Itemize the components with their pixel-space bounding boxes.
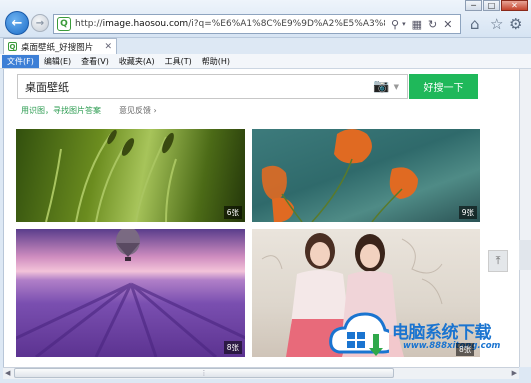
compat-view-icon[interactable]: ▦ [412,18,422,31]
maximize-button[interactable]: □ [483,0,500,11]
result-image-grass[interactable]: 6张 [16,129,245,222]
chevron-down-icon[interactable]: ▼ [394,83,399,91]
menu-favorites[interactable]: 收藏夹(A) [114,55,160,68]
scroll-right-icon[interactable]: ▶ [512,369,517,377]
watermark-logo [329,312,397,360]
feedback-link[interactable]: 意见反馈 › [119,105,157,116]
image-count-badge: 9张 [458,206,477,219]
stop-icon[interactable]: ✕ [443,18,452,31]
back-button[interactable]: ← [5,11,29,35]
window-controls: ─ □ ✕ [465,0,528,11]
menu-file[interactable]: 文件(F) [2,54,39,68]
close-button[interactable]: ✕ [501,0,528,11]
favorites-star-icon[interactable]: ☆ [490,15,503,33]
search-button[interactable]: 好搜一下 [409,74,478,99]
image-recognition-link[interactable]: 用识图，寻找图片答案 [21,105,101,116]
vertical-scroll-thumb[interactable] [519,240,531,270]
result-image-lavender[interactable]: 8张 [16,229,245,357]
poppy-flowers-image [261,129,418,222]
tab-title: 桌面壁纸_好搜图片 [21,42,94,53]
watermark-url: www.888xitong.com [403,341,501,351]
menu-view[interactable]: 查看(V) [76,55,114,68]
refresh-icon[interactable]: ↻ [428,18,437,31]
tab-favicon-icon: Q [8,42,17,51]
search-icon[interactable]: ⚲ [391,18,399,31]
search-query: 桌面壁纸 [25,80,69,94]
tab-active[interactable]: Q 桌面壁纸_好搜图片 ✕ [3,38,117,54]
menu-help[interactable]: 帮助(H) [197,55,235,68]
dropdown-icon[interactable]: ▾ [402,20,406,28]
lavender-field-balloon-image [16,229,245,357]
home-icon[interactable]: ⌂ [470,15,480,33]
vertical-scrollbar[interactable] [519,69,531,367]
address-bar[interactable]: Q http://image.haosou.com/i?q=%E6%A1%8C%… [53,14,461,34]
search-input[interactable]: 桌面壁纸 📷 ▼ [17,74,408,99]
minimize-button[interactable]: ─ [465,0,482,11]
cloud-windows-logo-icon [329,312,397,356]
horizontal-scroll-thumb[interactable]: ⋮ [14,368,394,378]
url-domain: image.haosou.com [102,19,189,29]
arrow-right-icon: → [35,17,45,29]
site-favicon-icon: Q [57,17,71,31]
back-to-top-button[interactable]: ⤒ [488,250,508,272]
search-links: 用识图，寻找图片答案 意见反馈 › [21,105,157,116]
menu-edit[interactable]: 编辑(E) [39,55,76,68]
image-count-badge: 6张 [223,206,242,219]
image-count-badge: 8张 [223,341,242,354]
menu-tools[interactable]: 工具(T) [160,55,197,68]
menu-bar: 文件(F) 编辑(E) 查看(V) 收藏夹(A) 工具(T) 帮助(H) [0,54,531,69]
settings-gear-icon[interactable]: ⚙ [509,15,522,33]
forward-button[interactable]: → [31,14,49,32]
result-image-poppies[interactable]: 9张 [252,129,480,222]
grass-image [45,129,177,222]
arrow-left-icon: ← [11,15,23,31]
watermark-title: 电脑系统下载 [392,323,492,343]
scroll-left-icon[interactable]: ◀ [5,369,10,377]
arrow-up-icon: ⤒ [495,254,501,267]
url-prefix: http:// [75,19,103,29]
address-url[interactable]: http://image.haosou.com/i?q=%E6%A1%8C%E9… [75,19,385,29]
tab-close-icon[interactable]: ✕ [104,42,112,52]
image-count-badge: 8张 [456,343,475,356]
camera-icon[interactable]: 📷 [373,79,389,94]
url-path: /i?q=%E6%A1%8C%E9%9D%A2%E5%A3%81%E7% [188,19,385,29]
